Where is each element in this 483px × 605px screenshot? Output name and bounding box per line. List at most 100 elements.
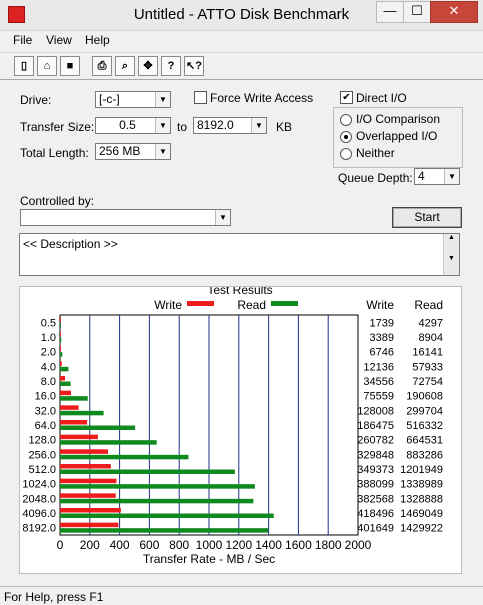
x-axis-label: Transfer Rate - MB / Sec [143,552,275,566]
kb-label: KB [276,120,293,134]
direct-io-checkbox[interactable]: ✔ [340,91,353,104]
read-bar [60,322,61,328]
transfer-size-to-select[interactable]: 8192.0 ▼ [193,117,267,134]
new-icon[interactable]: ▯ [14,56,34,76]
write-value: 260782 [357,435,394,447]
menu-help[interactable]: Help [85,33,110,47]
menu-bar: File View Help [0,30,483,50]
io-comparison-radio[interactable] [340,114,352,126]
total-length-label: Total Length: [20,146,89,160]
context-help-icon[interactable]: ↖? [184,56,204,76]
force-write-label: Force Write Access [210,91,314,105]
read-value: 16141 [412,347,443,359]
read-value: 516332 [406,420,443,432]
y-tick-label: 512.0 [28,464,56,476]
read-value: 8904 [419,332,443,344]
write-bar [60,390,71,396]
read-bar [60,484,255,489]
legend-read-swatch [271,301,298,306]
neither-radio[interactable] [340,148,352,160]
description-scrollbar[interactable]: ▲ ▼ [443,234,459,275]
write-bar [60,361,62,366]
x-tick-label: 1000 [196,538,223,552]
title-bar[interactable]: Untitled - ATTO Disk Benchmark — ☐ ✕ [0,0,483,31]
write-bar [60,420,88,425]
chevron-down-icon[interactable]: ▼ [215,210,230,225]
force-write-checkbox[interactable] [194,91,207,104]
move-icon[interactable]: ✥ [138,56,158,76]
overlapped-io-label: Overlapped I/O [356,129,438,143]
x-tick-label: 0 [57,538,64,552]
queue-depth-select[interactable]: 4 ▼ [414,168,460,185]
print-icon[interactable]: ⎙ [92,56,112,76]
transfer-size-from-select[interactable]: 0.5 ▼ [95,117,171,134]
write-bar [60,434,98,440]
queue-depth-label: Queue Depth: [338,171,413,185]
total-length-value: 256 MB [99,144,141,158]
read-bar [60,381,71,386]
write-value: 349373 [357,464,394,476]
write-value: 329848 [357,449,394,461]
read-bar [60,352,63,357]
read-bar [60,425,136,430]
y-tick-label: 256.0 [28,449,56,461]
y-tick-label: 0.5 [41,317,56,329]
x-tick-label: 800 [169,538,189,552]
total-length-select[interactable]: 256 MB ▼ [95,143,171,160]
read-value: 299704 [406,405,443,417]
y-tick-label: 32.0 [35,405,56,417]
maximize-button[interactable]: ☐ [403,1,431,23]
x-tick-label: 1400 [255,538,282,552]
transfer-size-to-value: 8192.0 [197,118,234,132]
y-tick-label: 2.0 [41,347,56,359]
write-value: 186475 [357,420,394,432]
x-tick-label: 600 [139,538,159,552]
chevron-down-icon[interactable]: ▼ [251,118,266,133]
y-tick-label: 64.0 [35,420,56,432]
read-value: 4297 [419,317,443,329]
menu-file[interactable]: File [13,33,32,47]
write-bar [60,464,111,469]
chevron-down-icon[interactable]: ▼ [155,92,170,107]
y-tick-label: 16.0 [35,391,56,403]
controlled-by-label: Controlled by: [20,194,95,208]
x-tick-label: 400 [110,538,130,552]
x-tick-label: 200 [80,538,100,552]
read-value: 1469049 [400,508,443,520]
read-bar [60,498,254,504]
drive-select[interactable]: [-c-] ▼ [95,91,171,108]
print-preview-icon[interactable]: ⌕ [115,56,135,76]
chevron-down-icon[interactable]: ▼ [155,144,170,159]
status-text: For Help, press F1 [4,590,104,604]
open-icon[interactable]: ⌂ [37,56,57,76]
write-bar [60,508,121,513]
close-button[interactable]: ✕ [430,1,478,23]
read-column-header: Read [414,298,443,312]
y-tick-label: 1024.0 [22,479,56,491]
read-value: 883286 [406,449,443,461]
read-bar [60,366,69,372]
legend-read-label: Read [237,298,266,312]
read-value: 1201949 [400,464,443,476]
description-box[interactable]: << Description >> ▲ ▼ [19,233,460,276]
save-icon[interactable]: ■ [60,56,80,76]
read-value: 1338989 [400,479,443,491]
read-bar [60,513,274,518]
read-value: 72754 [412,376,443,388]
to-label: to [177,120,188,134]
y-tick-label: 4096.0 [22,508,56,520]
chevron-down-icon[interactable]: ▼ [155,118,170,133]
controlled-by-select[interactable]: ▼ [20,209,231,226]
help-icon[interactable]: ? [161,56,181,76]
minimize-button[interactable]: — [376,1,404,23]
read-bar [60,337,62,342]
overlapped-io-radio[interactable] [340,131,352,143]
start-button[interactable]: Start [392,207,462,228]
chevron-down-icon[interactable]: ▼ [444,169,459,184]
y-tick-label: 2048.0 [22,493,56,505]
write-bar [60,405,79,410]
write-value: 418496 [357,508,394,520]
menu-view[interactable]: View [46,33,72,47]
legend-write-label: Write [154,298,182,312]
read-value: 1429922 [400,523,443,535]
